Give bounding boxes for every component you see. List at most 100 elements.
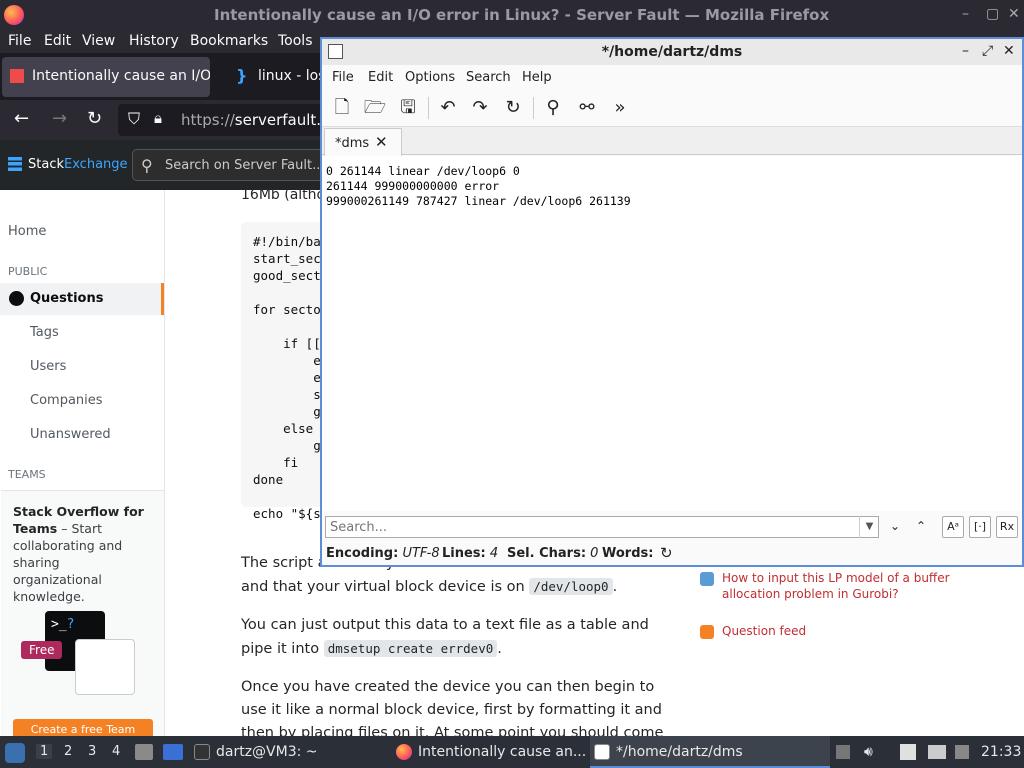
mousepad-icon <box>594 744 610 760</box>
match-case-icon[interactable]: Aᵃ <box>942 516 964 538</box>
text-editor-area[interactable]: 0 261144 linear /dev/loop6 0 261144 9990… <box>322 156 1022 511</box>
lock-icon[interactable]: 🔒︎ <box>154 109 162 127</box>
workspace-1[interactable]: 1 <box>36 744 53 759</box>
regex-icon[interactable]: Rx <box>996 516 1018 538</box>
display-icon[interactable] <box>928 745 946 759</box>
status-words: Words: <box>602 546 654 561</box>
maximize-icon[interactable]: ⤢ <box>982 43 993 59</box>
menu-file[interactable]: File <box>332 70 354 85</box>
toolbar-separator <box>533 97 534 119</box>
workspace-3[interactable]: 3 <box>88 744 96 759</box>
site-search-input[interactable]: ⚲ Search on Server Fault... <box>132 149 332 181</box>
status-encoding: Encoding: UTF-8 <box>326 546 440 561</box>
teams-promo: Stack Overflow for Teams – Start collabo… <box>1 490 164 739</box>
menu-history[interactable]: History <box>129 33 179 49</box>
forward-arrow-icon[interactable]: → <box>52 108 67 129</box>
tab-label: Intentionally cause an I/O error in Linu… <box>32 68 210 84</box>
close-icon[interactable]: ✕ <box>1008 6 1020 22</box>
search-input[interactable] <box>325 516 879 538</box>
menu-tools[interactable]: Tools <box>278 33 313 49</box>
search-icon[interactable]: ⚲ <box>540 95 566 121</box>
find-previous-chevron-up-icon[interactable]: ⌃ <box>910 516 932 538</box>
stackexchange-logo-icon[interactable] <box>8 157 22 171</box>
mousepad-toolbar: 🗋 🗁 🖫 ↶ ↷ ↻ ⚲ ⚯ » <box>322 89 1022 127</box>
serverfault-favicon-icon <box>10 69 24 83</box>
menu-bookmarks[interactable]: Bookmarks <box>190 33 268 49</box>
search-history-dropdown-icon[interactable]: ▼ <box>859 516 879 538</box>
tab-serverfault[interactable]: Intentionally cause an I/O error in Linu… <box>2 57 210 97</box>
save-icon[interactable]: 🖫 <box>395 95 421 121</box>
inline-code-dmsetup: dmsetup create errdev0 <box>323 640 498 657</box>
system-tray-icon[interactable] <box>836 745 850 759</box>
url-text: https://serverfault.c <box>181 111 330 129</box>
status-selection: Sel. Chars: 0 <box>507 546 599 561</box>
volume-icon[interactable]: 🔊︎ <box>864 744 873 760</box>
clock: 21:33 <box>981 744 1022 760</box>
nav-questions[interactable]: Questions <box>0 283 164 315</box>
back-arrow-icon[interactable]: ← <box>14 108 29 129</box>
nav-section-teams: TEAMS <box>8 468 46 481</box>
menu-search[interactable]: Search <box>466 70 511 85</box>
nav-users[interactable]: Users <box>30 359 66 374</box>
mousepad-menubar: File Edit Options Search Help <box>322 65 1022 89</box>
find-next-chevron-down-icon[interactable]: ⌄ <box>884 516 906 538</box>
related-question-link[interactable]: How to input this LP model of a buffer a… <box>700 570 970 602</box>
status-lines: Lines: 4 <box>442 546 499 561</box>
minimize-icon[interactable]: – <box>962 43 969 59</box>
brace-favicon-icon: } <box>236 66 248 85</box>
globe-icon <box>9 291 24 306</box>
file-manager-icon[interactable] <box>135 744 153 760</box>
task-mousepad[interactable]: */home/dartz/dms <box>590 736 830 768</box>
teams-promo-text: Stack Overflow for Teams – Start collabo… <box>13 504 144 604</box>
maximize-icon[interactable]: ▢ <box>986 6 999 22</box>
menu-file[interactable]: File <box>8 33 31 49</box>
workspace-4[interactable]: 4 <box>112 744 120 759</box>
whole-word-icon[interactable]: [·] <box>969 516 991 538</box>
nav-companies[interactable]: Companies <box>30 393 103 408</box>
task-terminal[interactable]: dartz@VM3: ~ <box>190 736 390 768</box>
reload-icon[interactable]: ↻ <box>87 108 102 129</box>
new-document-icon[interactable]: 🗋 <box>329 95 355 121</box>
firefox-icon <box>396 744 412 760</box>
or-site-icon <box>700 572 714 586</box>
menu-help[interactable]: Help <box>522 70 552 85</box>
firefox-window-title: Intentionally cause an I/O error in Linu… <box>214 6 830 24</box>
menu-view[interactable]: View <box>82 33 115 49</box>
nav-home[interactable]: Home <box>8 224 46 239</box>
mousepad-window-title: */home/dartz/dms <box>601 44 743 60</box>
menu-options[interactable]: Options <box>405 70 455 85</box>
show-desktop-icon[interactable] <box>163 744 183 760</box>
tab-dms[interactable]: *dms ✕ <box>324 128 402 156</box>
shield-icon[interactable]: ⛉ <box>128 109 140 129</box>
nav-section-public: PUBLIC <box>8 265 48 278</box>
whisker-menu-icon[interactable] <box>5 743 25 763</box>
search-icon: ⚲ <box>141 156 153 175</box>
task-firefox[interactable]: Intentionally cause an... <box>392 736 587 768</box>
reload-icon[interactable]: ↻ <box>500 95 526 121</box>
tab-label: linux - losetup <box>258 68 320 84</box>
editor-content[interactable]: 0 261144 linear /dev/loop6 0 261144 9990… <box>326 164 631 209</box>
refresh-word-count-icon[interactable]: ↻ <box>660 544 673 562</box>
close-tab-icon[interactable]: ✕ <box>375 133 388 151</box>
redo-icon[interactable]: ↷ <box>467 95 493 121</box>
tab-losetup[interactable]: } linux - losetup <box>228 57 320 97</box>
clipboard-icon[interactable] <box>900 744 916 760</box>
menu-edit[interactable]: Edit <box>368 70 393 85</box>
nav-unanswered[interactable]: Unanswered <box>30 427 111 442</box>
firefox-logo-icon <box>4 5 24 25</box>
firefox-titlebar: Intentionally cause an I/O error in Linu… <box>0 0 1024 30</box>
network-icon[interactable] <box>955 745 969 759</box>
menu-edit[interactable]: Edit <box>44 33 71 49</box>
workspace-2[interactable]: 2 <box>64 744 72 759</box>
checklist-illustration-icon <box>75 639 135 695</box>
mousepad-searchbar: ▼ ⌄ ⌃ Aᵃ [·] Rx <box>322 511 1022 541</box>
question-feed-link[interactable]: Question feed <box>700 623 806 639</box>
find-replace-icon[interactable]: ⚯ <box>574 95 600 121</box>
more-chevron-icon[interactable]: » <box>607 95 633 121</box>
minimize-icon[interactable]: – <box>962 6 969 22</box>
stackexchange-brand[interactable]: StackExchange <box>28 157 128 172</box>
open-folder-icon[interactable]: 🗁 <box>362 95 388 121</box>
nav-tags[interactable]: Tags <box>30 325 59 340</box>
undo-icon[interactable]: ↶ <box>435 95 461 121</box>
close-icon[interactable]: ✕ <box>1003 43 1015 59</box>
